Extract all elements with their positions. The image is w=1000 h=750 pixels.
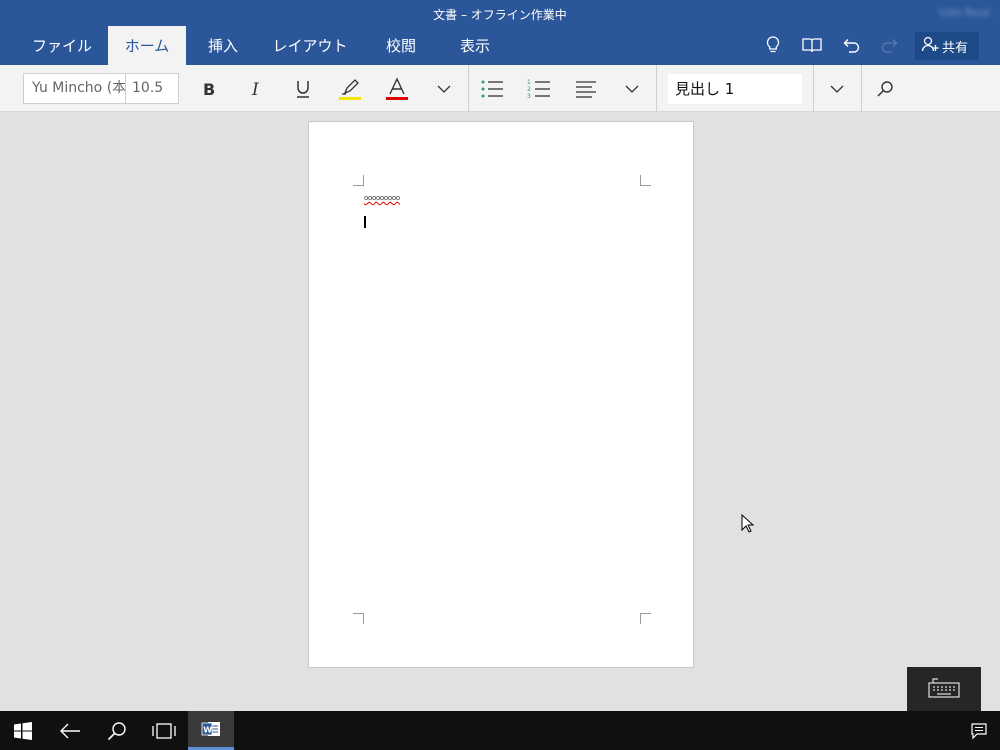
find-search-icon[interactable] bbox=[870, 74, 900, 104]
touch-keyboard-button[interactable] bbox=[907, 667, 981, 711]
svg-text:2: 2 bbox=[527, 86, 531, 93]
task-view-icon[interactable] bbox=[141, 711, 187, 750]
title-bar: 文書 – オフライン作業中 Udo Rout bbox=[0, 0, 1000, 26]
share-person-icon bbox=[921, 35, 939, 57]
italic-button[interactable]: I bbox=[241, 74, 271, 104]
tab-file[interactable]: ファイル bbox=[20, 26, 104, 65]
ribbon-divider bbox=[813, 65, 814, 112]
more-formatting-chevron-icon[interactable] bbox=[429, 74, 459, 104]
tab-layout[interactable]: レイアウト bbox=[262, 26, 358, 65]
styles-chevron-icon[interactable] bbox=[822, 74, 852, 104]
document-page[interactable]: ooooooooo bbox=[308, 121, 694, 668]
redo-icon[interactable] bbox=[877, 32, 903, 58]
highlight-color-button[interactable] bbox=[335, 74, 365, 104]
share-button[interactable]: 共有 bbox=[915, 32, 979, 60]
ribbon-divider bbox=[468, 65, 469, 112]
margin-corner-mark bbox=[640, 613, 651, 624]
user-account-name[interactable]: Udo Rout bbox=[940, 6, 990, 19]
keyboard-icon bbox=[928, 676, 960, 702]
tab-insert[interactable]: 挿入 bbox=[190, 26, 256, 65]
bold-button[interactable]: B bbox=[194, 74, 224, 104]
document-text-line[interactable]: ooooooooo bbox=[364, 194, 400, 202]
font-size-field[interactable]: 10.5 bbox=[126, 74, 178, 103]
svg-text:W: W bbox=[203, 726, 212, 735]
search-icon[interactable] bbox=[94, 711, 140, 750]
style-selector[interactable]: 見出し 1 bbox=[668, 74, 802, 104]
home-ribbon: Yu Mincho (本 10.5 B I 123 見出し 1 bbox=[0, 65, 1000, 112]
underline-button[interactable] bbox=[288, 74, 318, 104]
font-name-field[interactable]: Yu Mincho (本 bbox=[24, 74, 126, 103]
more-paragraph-chevron-icon[interactable] bbox=[617, 74, 647, 104]
svg-text:B: B bbox=[203, 80, 215, 98]
font-color-button[interactable] bbox=[382, 74, 412, 104]
font-selector: Yu Mincho (本 10.5 bbox=[23, 73, 179, 104]
svg-text:3: 3 bbox=[527, 93, 531, 100]
bullet-list-button[interactable] bbox=[477, 74, 507, 104]
mouse-pointer-icon bbox=[741, 513, 755, 538]
margin-corner-mark bbox=[353, 175, 364, 186]
numbered-list-button[interactable]: 123 bbox=[524, 74, 554, 104]
tab-review[interactable]: 校閲 bbox=[366, 26, 436, 65]
ribbon-tab-bar: ファイル ホーム 挿入 レイアウト 校閲 表示 共有 bbox=[0, 26, 1000, 65]
document-title: 文書 – オフライン作業中 bbox=[433, 8, 567, 22]
text-caret bbox=[364, 216, 366, 228]
tab-home[interactable]: ホーム bbox=[108, 26, 186, 65]
ribbon-divider bbox=[656, 65, 657, 112]
svg-text:I: I bbox=[251, 80, 259, 98]
back-arrow-icon[interactable] bbox=[47, 711, 93, 750]
margin-corner-mark bbox=[353, 613, 364, 624]
action-center-icon[interactable] bbox=[958, 711, 1000, 750]
ribbon-divider bbox=[861, 65, 862, 112]
lightbulb-icon[interactable] bbox=[760, 32, 786, 58]
windows-taskbar: W bbox=[0, 711, 1000, 750]
align-left-button[interactable] bbox=[571, 74, 601, 104]
undo-icon[interactable] bbox=[838, 32, 864, 58]
svg-text:1: 1 bbox=[527, 79, 531, 86]
word-app-icon[interactable]: W bbox=[188, 711, 234, 750]
windows-start-icon[interactable] bbox=[0, 711, 46, 750]
share-label: 共有 bbox=[942, 40, 969, 56]
tab-view[interactable]: 表示 bbox=[440, 26, 510, 65]
margin-corner-mark bbox=[640, 175, 651, 186]
read-mode-icon[interactable] bbox=[799, 32, 825, 58]
